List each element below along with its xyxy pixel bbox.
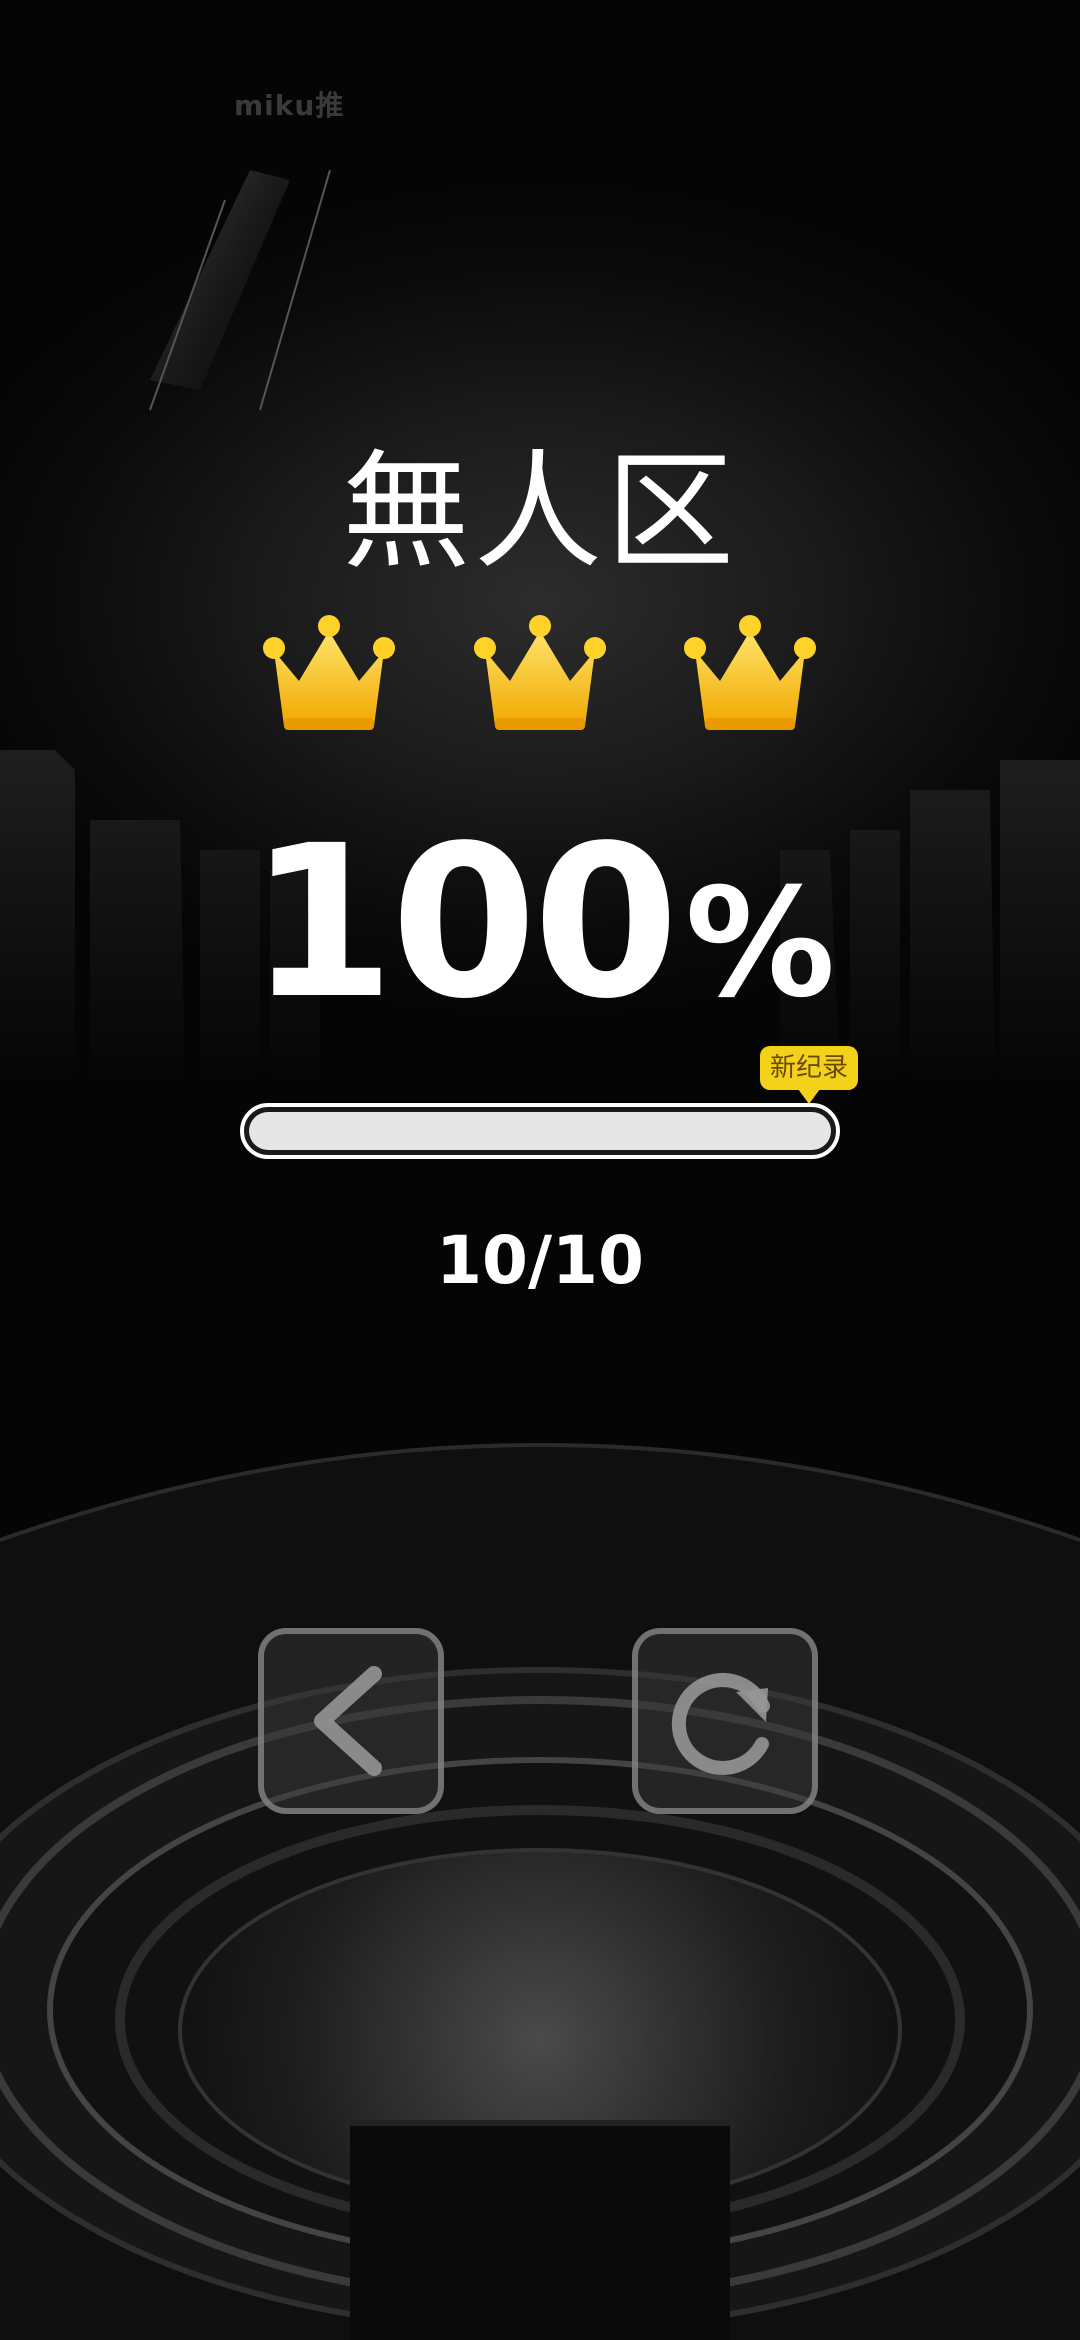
progress-bar <box>240 1103 840 1159</box>
watermark: miku推 <box>234 89 345 122</box>
gem-count: 10/10 <box>436 1222 644 1299</box>
percent-value: 100 <box>248 800 679 1045</box>
percent-sign: % <box>685 857 835 1031</box>
new-record-badge: 新纪录 <box>760 1046 858 1104</box>
completion-percent: 100% <box>0 818 1080 1028</box>
refresh-icon <box>671 1672 770 1775</box>
retry-button[interactable] <box>632 1628 818 1814</box>
crown-icon <box>263 615 395 730</box>
light-beam <box>149 169 331 411</box>
crown-rating <box>0 596 1080 746</box>
back-button[interactable] <box>258 1628 444 1814</box>
level-title: 無人区 <box>341 438 738 587</box>
progress-fill <box>249 1112 831 1150</box>
crown-icon <box>474 615 606 730</box>
crown-icon <box>684 615 816 730</box>
stage-platform <box>0 1443 1080 2340</box>
chevron-left-icon <box>314 1666 382 1776</box>
